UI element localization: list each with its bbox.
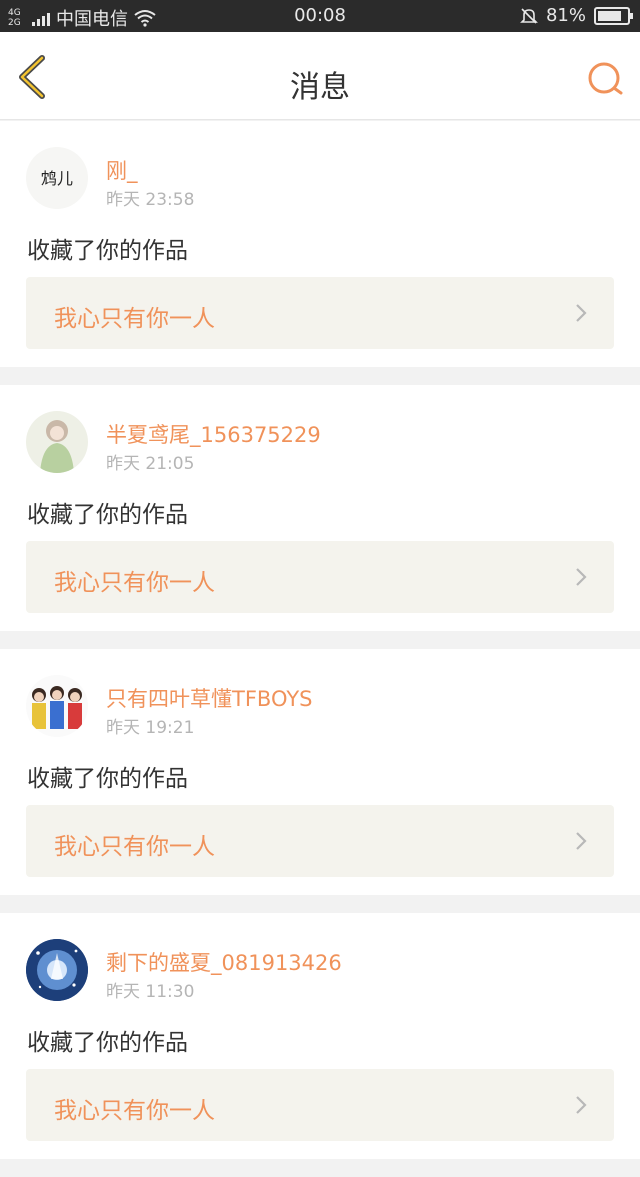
battery-fill <box>598 10 621 21</box>
message-list: 鸩儿 刚_ 昨天 23:58 收藏了你的作品 我心只有你一人 半夏鸢尾_1563… <box>0 121 640 1177</box>
message-card: 半夏鸢尾_156375229 昨天 21:05 收藏了你的作品 我心只有你一人 <box>0 385 640 631</box>
work-title: 我心只有你一人 <box>54 306 215 332</box>
work-link[interactable]: 我心只有你一人 <box>26 805 614 877</box>
work-title: 我心只有你一人 <box>54 570 215 596</box>
user-avatar[interactable] <box>26 675 88 737</box>
work-link[interactable]: 我心只有你一人 <box>26 541 614 613</box>
battery-percent: 81% <box>545 5 586 26</box>
message-time: 昨天 19:21 <box>106 718 195 738</box>
battery-icon <box>594 6 633 25</box>
search-button[interactable] <box>586 60 626 100</box>
message-card: 只有四叶草懂TFBOYS 昨天 19:21 收藏了你的作品 我心只有你一人 <box>0 649 640 895</box>
action-text: 收藏了你的作品 <box>27 502 188 528</box>
user-name[interactable]: 半夏鸢尾_156375229 <box>106 419 321 449</box>
message-time: 昨天 21:05 <box>106 454 195 474</box>
mute-bell-icon <box>520 7 538 24</box>
action-text: 收藏了你的作品 <box>27 766 188 792</box>
status-right: 81% <box>520 5 633 26</box>
user-name[interactable]: 剩下的盛夏_081913426 <box>106 947 342 977</box>
status-bar: 4G 2G 中国电信 00:08 81% <box>0 0 640 32</box>
work-link[interactable]: 我心只有你一人 <box>26 277 614 349</box>
message-card: 剩下的盛夏_081913426 昨天 11:30 收藏了你的作品 我心只有你一人 <box>0 913 640 1159</box>
avatar-calligraphy: 鸩儿 <box>41 169 73 188</box>
chevron-right-icon <box>576 1096 587 1114</box>
top-navigation: 消息 <box>0 32 640 120</box>
user-avatar[interactable]: 鸩儿 <box>26 147 88 209</box>
chevron-right-icon <box>576 304 587 322</box>
chevron-right-icon <box>576 832 587 850</box>
message-time: 昨天 11:30 <box>106 982 195 1002</box>
user-avatar[interactable] <box>26 411 88 473</box>
user-avatar[interactable] <box>26 939 88 1001</box>
chevron-right-icon <box>576 568 587 586</box>
work-title: 我心只有你一人 <box>54 834 215 860</box>
user-name[interactable]: 刚_ <box>106 155 138 185</box>
action-text: 收藏了你的作品 <box>27 238 188 264</box>
user-name[interactable]: 只有四叶草懂TFBOYS <box>106 683 312 713</box>
work-link[interactable]: 我心只有你一人 <box>26 1069 614 1141</box>
message-card: 鸩儿 刚_ 昨天 23:58 收藏了你的作品 我心只有你一人 <box>0 121 640 367</box>
action-text: 收藏了你的作品 <box>27 1030 188 1056</box>
message-time: 昨天 23:58 <box>106 190 195 210</box>
page-title: 消息 <box>290 70 350 105</box>
work-title: 我心只有你一人 <box>54 1098 215 1124</box>
